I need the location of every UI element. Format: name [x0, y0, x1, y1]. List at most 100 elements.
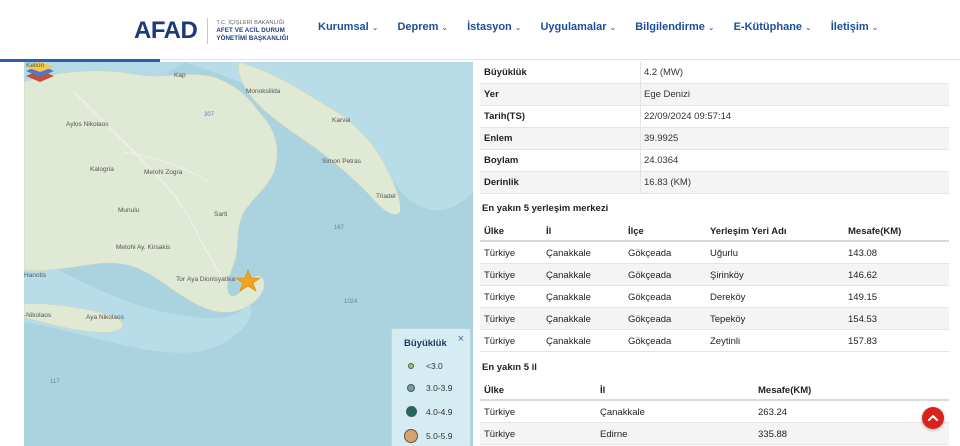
col-header-distance: Mesafe(KM)	[848, 226, 902, 237]
site-header: AFAD T.C. İÇİŞLERİ BAKANLIĞI AFET VE ACİ…	[0, 0, 960, 62]
nav-label: İletişim	[830, 21, 869, 33]
detail-key: Tarih(TS)	[484, 111, 525, 122]
cell-distance: 146.62	[848, 270, 878, 281]
table-row: Türkiye Çanakkale 263.24	[480, 401, 949, 423]
detail-value: 24.0364	[644, 155, 679, 166]
nav-iletisim[interactable]: İletişim ⌄	[831, 21, 879, 33]
magnitude-legend: Büyüklük × <3.0 3.0-3.9 4.0-4.9 5.0-5.9	[391, 328, 471, 446]
detail-row-longitude: Boylam 24.0364	[480, 150, 949, 172]
nav-istasyon[interactable]: İstasyon ⌄	[467, 21, 521, 33]
cell-distance: 149.15	[848, 292, 878, 303]
map-depth-117: 117	[50, 379, 60, 385]
detail-value: 22/09/2024 09:57:14	[644, 111, 732, 122]
col-header-province: İl	[546, 226, 552, 237]
col-header-country: Ülke	[484, 385, 505, 396]
nav-kurumsal[interactable]: Kurumsal ⌄	[318, 21, 378, 33]
detail-key: Büyüklük	[484, 67, 527, 78]
detail-key: Derinlik	[484, 177, 519, 188]
legend-label: 4.0-4.9	[426, 406, 453, 417]
col-header-settlement: Yerleşim Yeri Adı	[710, 226, 787, 237]
map-label-kap: Kap	[174, 72, 186, 79]
legend-item: <3.0	[400, 361, 443, 371]
nav-bilgilendirme[interactable]: Bilgilendirme ⌄	[635, 21, 714, 33]
cell-province: Çanakkale	[600, 407, 645, 418]
nav-uygulamalar[interactable]: Uygulamalar ⌄	[540, 21, 616, 33]
cell-country: Türkiye	[484, 314, 516, 325]
nav-label: Uygulamalar	[540, 21, 607, 33]
chevron-down-icon: ⌄	[805, 22, 812, 32]
table-row: Türkiye Çanakkale Gökçeada Şirinköy 146.…	[480, 264, 949, 286]
logo-subtitle: T.C. İÇİŞLERİ BAKANLIĞI AFET VE ACİL DUR…	[216, 19, 288, 43]
nav-label: Bilgilendirme	[635, 21, 705, 33]
nav-e-kutuphane[interactable]: E-Kütüphane ⌄	[734, 21, 812, 33]
map-depth-167: 167	[334, 225, 345, 231]
logo-line-2: AFET VE ACİL DURUM	[216, 27, 285, 34]
detail-divider	[640, 62, 641, 194]
legend-label: 3.0-3.9	[426, 383, 453, 393]
earthquake-map[interactable]: Kap Monoksilida Karvai Aylos Nikolaos Ka…	[24, 62, 473, 446]
cell-province: Edirne	[600, 429, 628, 440]
table-row: Türkiye Çanakkale Gökçeada Uğurlu 143.08	[480, 242, 949, 264]
cell-country: Türkiye	[484, 270, 516, 281]
nav-label: Deprem	[397, 21, 439, 33]
provinces-header-row: Ülke İl Mesafe(KM)	[480, 379, 949, 401]
close-icon[interactable]: ×	[458, 333, 464, 345]
map-label-simon-petras: Simon Petras	[322, 158, 362, 165]
col-header-district: İlçe	[628, 226, 644, 237]
cell-distance: 157.83	[848, 336, 878, 347]
cell-settlement: Şirinköy	[710, 270, 744, 281]
nav-deprem[interactable]: Deprem ⌄	[397, 21, 448, 33]
cell-distance: 263.24	[758, 407, 788, 418]
settlements-title: En yakın 5 yerleşim merkezi	[482, 203, 609, 214]
cell-settlement: Dereköy	[710, 292, 746, 303]
chevron-down-icon: ⌄	[609, 22, 617, 32]
col-header-distance: Mesafe(KM)	[758, 385, 812, 396]
detail-row-latitude: Enlem 39.9925	[480, 128, 949, 150]
nav-label: İstasyon	[467, 21, 512, 33]
map-label-munulu: Munulu	[118, 207, 140, 214]
legend-title: Büyüklük	[404, 338, 447, 349]
cell-country: Türkiye	[484, 248, 516, 259]
afad-logo[interactable]: AFAD T.C. İÇİŞLERİ BAKANLIĞI AFET VE ACİ…	[134, 14, 288, 48]
logo-wordmark: AFAD	[134, 17, 198, 44]
legend-dot	[407, 384, 415, 392]
detail-key: Yer	[484, 89, 499, 100]
cell-province: Çanakkale	[546, 292, 591, 303]
legend-dot	[404, 429, 418, 443]
map-label-aya-nikolaos: Aya Nikolaos	[86, 314, 124, 321]
detail-value: 4.2 (MW)	[644, 67, 684, 78]
map-label-nikolaos: -Nikolaos	[24, 312, 52, 319]
map-label-sarti: Sarti	[214, 211, 228, 218]
chevron-down-icon: ⌄	[871, 22, 879, 32]
detail-value: 16.83 (KM)	[644, 177, 691, 188]
detail-value: 39.9925	[644, 133, 679, 144]
cell-province: Çanakkale	[546, 270, 591, 281]
detail-value: Ege Denizi	[644, 89, 690, 100]
chevron-down-icon: ⌄	[514, 22, 522, 32]
detail-row-magnitude: Büyüklük 4.2 (MW)	[480, 62, 949, 84]
legend-label: 5.0-5.9	[426, 431, 453, 441]
chevron-down-icon: ⌄	[441, 22, 449, 32]
cell-distance: 143.08	[848, 248, 878, 259]
cell-settlement: Uğurlu	[710, 248, 738, 259]
cell-distance: 335.88	[758, 429, 788, 440]
earthquake-details: Büyüklük 4.2 (MW) Yer Ege Denizi Tarih(T…	[480, 62, 949, 446]
cell-country: Türkiye	[484, 407, 516, 418]
cell-district: Gökçeada	[628, 248, 672, 259]
table-row: Türkiye Çanakkale Gökçeada Dereköy 149.1…	[480, 286, 949, 308]
chevron-down-icon: ⌄	[371, 22, 379, 32]
cell-settlement: Tepeköy	[710, 314, 746, 325]
map-depth-1024: 1024	[344, 299, 358, 305]
cell-district: Gökçeada	[628, 292, 672, 303]
provinces-title: En yakın 5 il	[482, 362, 537, 373]
legend-item: 5.0-5.9	[400, 429, 452, 443]
map-label-karvai: Karvai	[332, 117, 351, 124]
scroll-to-top-button[interactable]	[922, 407, 944, 429]
legend-dot	[408, 363, 414, 369]
map-label-hanotis: Hanotis	[24, 272, 47, 279]
map-label-kelion: Kelion	[26, 62, 45, 69]
map-label-metohi-zogra: Metohi Zogra	[144, 169, 183, 176]
detail-row-depth: Derinlik 16.83 (KM)	[480, 172, 949, 194]
table-row: Türkiye Çanakkale Gökçeada Tepeköy 154.5…	[480, 308, 949, 330]
detail-row-date: Tarih(TS) 22/09/2024 09:57:14	[480, 106, 949, 128]
